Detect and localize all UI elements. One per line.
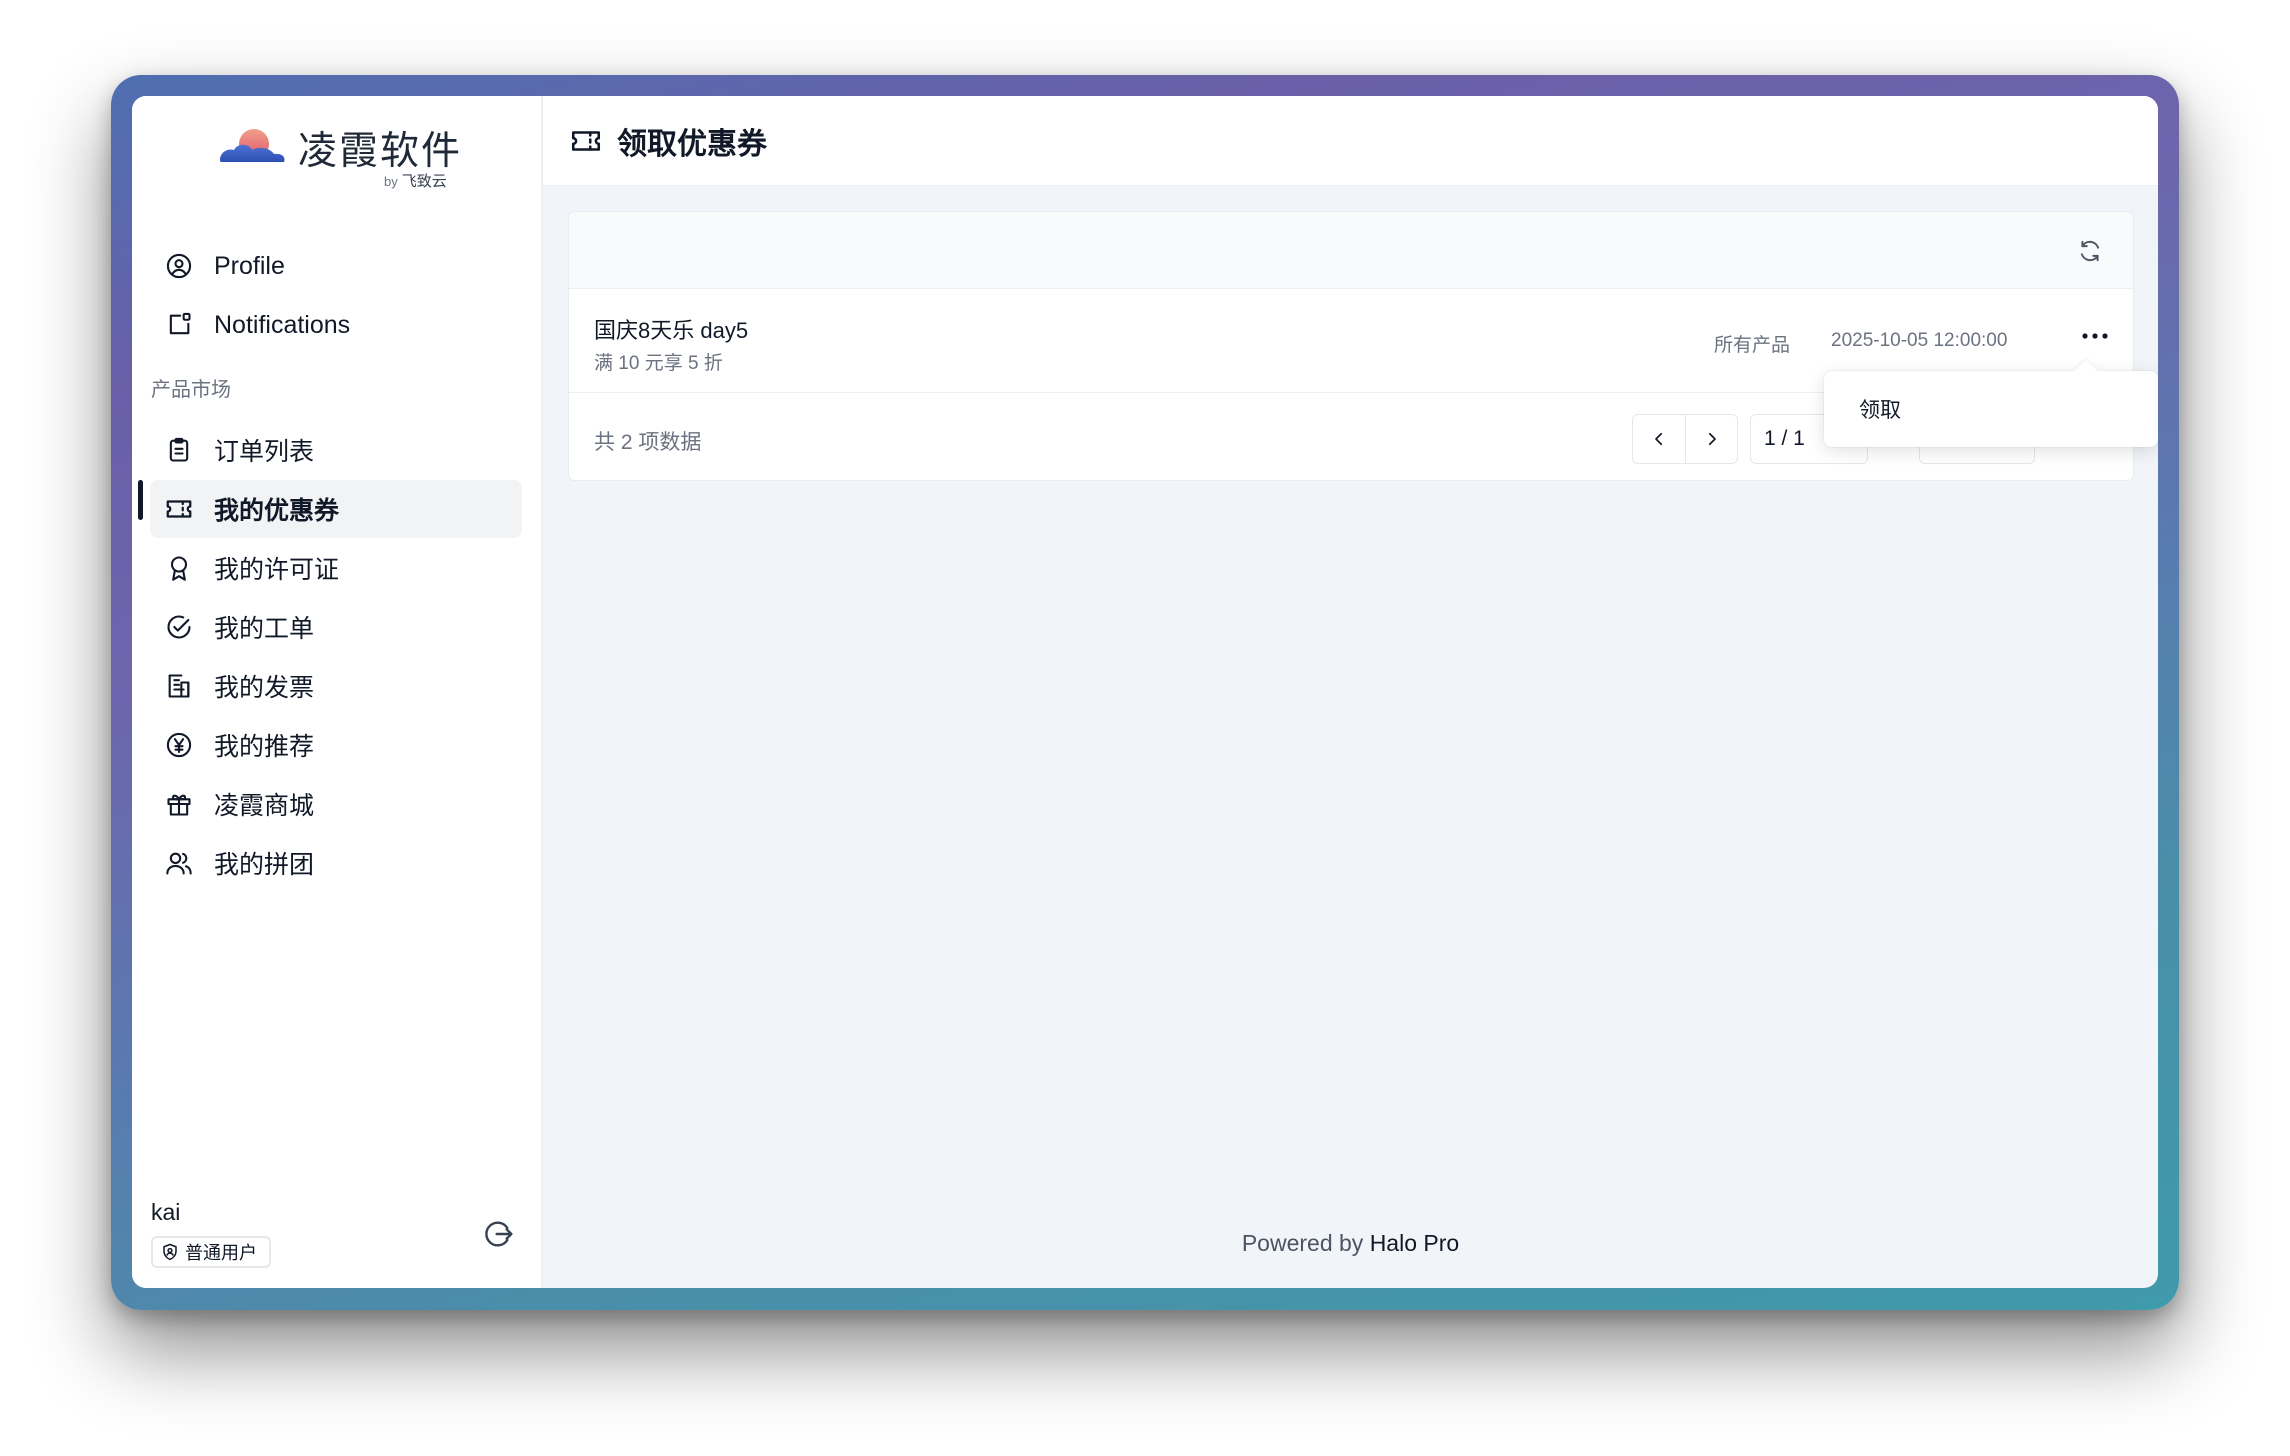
cloud-logo-icon: [220, 129, 285, 162]
clipboard-icon: [164, 435, 194, 465]
logo-byline: by 飞致云: [384, 170, 447, 191]
active-indicator: [138, 480, 143, 520]
sidebar-item-referrals[interactable]: 我的推荐: [150, 716, 522, 774]
receipt-icon: [164, 671, 194, 701]
ticket-icon: [164, 494, 194, 524]
logo-title: 凌霞软件: [298, 129, 463, 174]
sidebar-item-label: Notifications: [214, 310, 351, 339]
sidebar-item-groups[interactable]: 我的拼团: [150, 834, 522, 892]
user-name: kai: [151, 1199, 181, 1225]
logout-icon: [485, 1221, 513, 1247]
sidebar-item-orders[interactable]: 订单列表: [150, 421, 522, 479]
chevron-right-icon: [1708, 432, 1716, 446]
sidebar-item-tickets[interactable]: 我的工单: [150, 598, 522, 656]
actions-dropdown: 领取: [1824, 371, 2158, 447]
list-toolbar: [569, 212, 2133, 289]
sidebar-item-label: 我的许可证: [214, 556, 340, 584]
sidebar-item-coupons[interactable]: 我的优惠券: [150, 480, 522, 538]
check-circle-icon: [164, 612, 194, 642]
logo-by-label: by: [384, 174, 398, 189]
pager: [1632, 414, 1738, 464]
sidebar-item-licenses[interactable]: 我的许可证: [150, 539, 522, 597]
award-icon: [164, 553, 194, 583]
chevron-left-icon: [1655, 432, 1663, 446]
sidebar-item-label: 我的拼团: [214, 851, 315, 879]
gift-icon: [164, 789, 194, 819]
sidebar-item-store[interactable]: 凌霞商城: [150, 775, 522, 833]
logo[interactable]: 凌霞软件 by 飞致云: [216, 120, 476, 190]
logout-button[interactable]: [480, 1216, 516, 1252]
sidebar-item-label: 我的优惠券: [214, 497, 340, 525]
sidebar-item-label: Profile: [214, 251, 285, 280]
role-badge: 普通用户: [151, 1236, 271, 1268]
section-label-market: 产品市场: [151, 379, 231, 401]
sidebar-item-invoices[interactable]: 我的发票: [150, 657, 522, 715]
sidebar-item-label: 我的发票: [214, 674, 315, 702]
ticket-icon: [569, 124, 603, 158]
coupon-condition: 满 10 元享 5 折: [594, 353, 723, 374]
role-label: 普通用户: [185, 1243, 257, 1263]
sidebar-item-notifications[interactable]: Notifications: [150, 296, 522, 354]
powered-by-label: Powered by: [1241, 1230, 1370, 1256]
logo-company: 飞致云: [401, 173, 447, 190]
powered-by-footer: Powered by Halo Pro: [543, 1230, 2158, 1257]
app-window: 凌霞软件 by 飞致云 Profile Notifications 产品市场 订单…: [132, 96, 2158, 1288]
prev-page-button[interactable]: [1633, 415, 1685, 463]
powered-by-link[interactable]: Halo Pro: [1370, 1230, 1459, 1256]
sidebar-item-profile[interactable]: Profile: [150, 237, 522, 295]
page-title: 领取优惠券: [617, 127, 767, 161]
yen-circle-icon: [164, 730, 194, 760]
users-icon: [164, 848, 194, 878]
more-actions-button[interactable]: [2075, 321, 2115, 351]
refresh-button[interactable]: [2075, 236, 2105, 266]
refresh-icon: [2080, 240, 2100, 262]
claim-menu-item[interactable]: 领取: [1832, 381, 2150, 437]
sidebar-item-label: 我的工单: [214, 615, 315, 643]
user-circle-icon: [164, 251, 194, 281]
total-count: 共 2 项数据: [594, 431, 702, 454]
sidebar: 凌霞软件 by 飞致云 Profile Notifications 产品市场 订单…: [132, 96, 543, 1288]
next-page-button[interactable]: [1685, 415, 1737, 463]
sidebar-item-label: 我的推荐: [214, 733, 315, 761]
sidebar-item-label: 凌霞商城: [214, 792, 315, 820]
coupon-title: 国庆8天乐 day5: [594, 318, 749, 343]
sidebar-item-label: 订单列表: [214, 438, 315, 466]
coupon-date: 2025-10-05 12:00:00: [1831, 330, 2008, 351]
more-horizontal-icon: [2082, 333, 2108, 339]
coupon-scope: 所有产品: [1714, 335, 1791, 356]
shield-user-icon: [161, 1243, 179, 1261]
page-header: 领取优惠券: [543, 96, 2158, 186]
notification-icon: [164, 310, 194, 340]
